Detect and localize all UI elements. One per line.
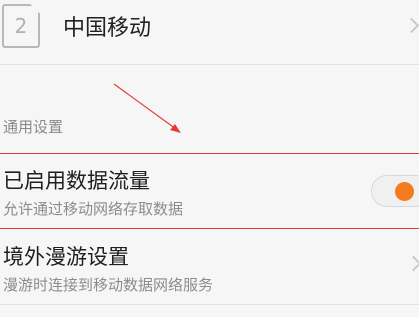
section-header-general: 通用设置 bbox=[3, 118, 64, 136]
chevron-right-icon bbox=[403, 17, 419, 34]
sim-slot-number: 2 bbox=[14, 14, 28, 38]
annotation-highlight-box bbox=[0, 153, 419, 229]
roaming-title: 境外漫游设置 bbox=[3, 245, 129, 269]
divider bbox=[0, 64, 419, 65]
divider bbox=[0, 304, 419, 305]
sim-card-row[interactable]: 2 中国移动 bbox=[0, 0, 419, 64]
chevron-right-icon bbox=[405, 255, 419, 272]
sim-card-icon: 2 bbox=[2, 4, 40, 48]
carrier-name: 中国移动 bbox=[63, 16, 152, 41]
settings-screen: 2 中国移动 通用设置 已启用数据流量 允许通过移动网络存取数据 境外漫游设置 … bbox=[0, 0, 419, 317]
roaming-subtitle: 漫游时连接到移动数据网络服务 bbox=[3, 276, 214, 294]
